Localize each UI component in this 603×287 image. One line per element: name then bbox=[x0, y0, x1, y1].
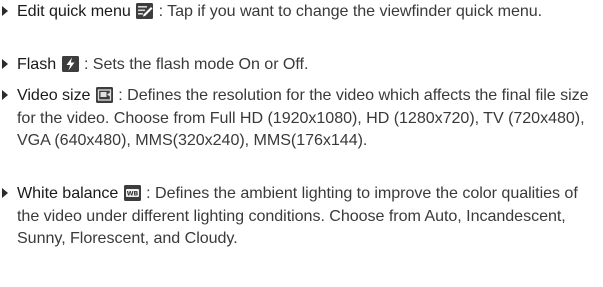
white-balance-icon: WB bbox=[123, 185, 141, 201]
list-item-edit-quick-menu: Edit quick menu : Tap if you want to cha… bbox=[0, 0, 600, 23]
item-term: White balance bbox=[17, 184, 119, 202]
item-text: Edit quick menu : Tap if you want to cha… bbox=[17, 0, 600, 23]
list-item-video-size: Video size : Defines the resolution for … bbox=[0, 84, 600, 152]
item-text: Flash : Sets the flash mode On or Off. bbox=[17, 53, 600, 76]
flash-icon bbox=[61, 56, 79, 72]
item-text: Video size : Defines the resolution for … bbox=[17, 84, 600, 152]
item-description: : Sets the flash mode On or Off. bbox=[79, 55, 309, 73]
item-term: Edit quick menu bbox=[17, 2, 131, 20]
list-item-white-balance: White balance WB : Defines the ambient l… bbox=[0, 182, 600, 250]
item-text: White balance WB : Defines the ambient l… bbox=[17, 182, 600, 250]
video-size-icon bbox=[95, 87, 113, 103]
item-term: Video size bbox=[17, 86, 91, 104]
item-description: : Tap if you want to change the viewfind… bbox=[154, 2, 543, 20]
edit-quick-menu-icon bbox=[136, 3, 154, 19]
bullet-arrow-icon bbox=[2, 188, 8, 198]
white-balance-icon-text: WB bbox=[127, 191, 139, 198]
bullet-arrow-icon bbox=[2, 90, 8, 100]
settings-description-list: Edit quick menu : Tap if you want to cha… bbox=[0, 0, 603, 287]
item-term: Flash bbox=[17, 55, 57, 73]
bullet-arrow-icon bbox=[2, 6, 8, 16]
bullet-arrow-icon bbox=[2, 59, 8, 69]
list-item-flash: Flash : Sets the flash mode On or Off. bbox=[0, 53, 600, 76]
